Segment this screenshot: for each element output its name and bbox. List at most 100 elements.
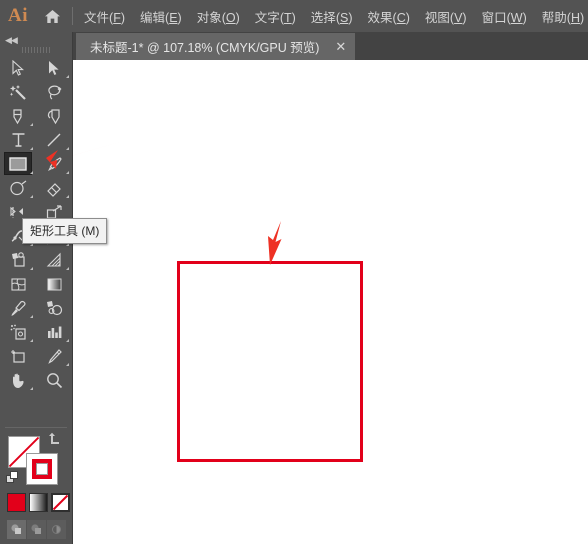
- menu-item-view[interactable]: 视图(V): [422, 4, 470, 29]
- eyedropper-tool[interactable]: [0, 296, 36, 320]
- bar-chart-icon: [43, 322, 65, 342]
- document-tab-bar: 未标题-1* @ 107.18% (CMYK/GPU 预览) ✕: [73, 32, 588, 60]
- tool-row: [0, 272, 72, 296]
- menu-mnemonic: W: [510, 10, 523, 25]
- menu-mnemonic: V: [454, 10, 463, 25]
- menu-mnemonic: T: [283, 10, 292, 25]
- close-icon[interactable]: ✕: [335, 40, 346, 53]
- line-diagonal-icon: [43, 130, 65, 150]
- rectangle-tool[interactable]: [0, 152, 36, 176]
- direct-selection-tool[interactable]: [36, 56, 72, 80]
- menu-item-effect[interactable]: 效果(C): [365, 4, 413, 29]
- slice-knife-icon: [43, 346, 65, 366]
- draw-behind-button[interactable]: [27, 520, 46, 539]
- tool-row: [0, 176, 72, 200]
- tool-tooltip: 矩形工具 (M): [22, 218, 108, 244]
- menu-item-file[interactable]: 文件(F): [81, 4, 128, 29]
- rectangle-icon: [7, 154, 29, 174]
- line-segment-tool[interactable]: [36, 128, 72, 152]
- menu-item-help[interactable]: 帮助(H): [539, 4, 587, 29]
- flyout-triangle-icon[interactable]: [66, 147, 69, 150]
- magic-wand-tool[interactable]: [0, 80, 36, 104]
- menu-item-select[interactable]: 选择(S): [308, 4, 356, 29]
- menu-label: 文件: [84, 10, 110, 25]
- artboard-canvas[interactable]: [73, 60, 588, 544]
- flyout-triangle-icon[interactable]: [66, 339, 69, 342]
- lasso-tool[interactable]: [36, 80, 72, 104]
- tool-row: [0, 368, 72, 392]
- rectangle-shape[interactable]: [177, 261, 363, 462]
- draw-inside-button[interactable]: [47, 520, 66, 539]
- menu-item-edit[interactable]: 编辑(E): [137, 4, 185, 29]
- pen-tool[interactable]: [0, 104, 36, 128]
- default-fill-stroke-icon[interactable]: [6, 471, 19, 484]
- menu-mnemonic: E: [169, 10, 178, 25]
- flyout-triangle-icon[interactable]: [66, 171, 69, 174]
- panel-drag-grip[interactable]: [22, 47, 50, 53]
- flyout-triangle-icon[interactable]: [30, 387, 33, 390]
- artboard-tool[interactable]: [0, 344, 36, 368]
- gradient-icon: [43, 274, 65, 294]
- tooltip-label: 矩形工具: [30, 224, 79, 238]
- shaper-tool[interactable]: [0, 176, 36, 200]
- menu-label: 视图: [424, 10, 450, 25]
- swap-fill-stroke-icon[interactable]: [48, 432, 62, 446]
- flyout-triangle-icon[interactable]: [30, 147, 33, 150]
- eraser-tool[interactable]: [36, 176, 72, 200]
- menu-label: 编辑: [140, 10, 166, 25]
- flyout-triangle-icon[interactable]: [66, 363, 69, 366]
- paintbrush-tool[interactable]: [36, 152, 72, 176]
- blend-icon: [43, 298, 65, 318]
- arrow-cursor-icon: [7, 58, 29, 78]
- type-tool[interactable]: [0, 128, 36, 152]
- blend-tool[interactable]: [36, 296, 72, 320]
- menu-item-type[interactable]: 文字(T): [252, 4, 299, 29]
- tool-row: [0, 104, 72, 128]
- flyout-triangle-icon[interactable]: [30, 171, 33, 174]
- tool-row: [0, 344, 72, 368]
- shape-builder-tool[interactable]: [0, 248, 36, 272]
- arrow-filled-icon: [43, 58, 65, 78]
- slice-tool[interactable]: [36, 344, 72, 368]
- flyout-triangle-icon[interactable]: [66, 75, 69, 78]
- hand-tool[interactable]: [0, 368, 36, 392]
- collapse-panel-icon[interactable]: ◀◀: [5, 35, 18, 46]
- flyout-triangle-icon[interactable]: [66, 267, 69, 270]
- symbol-sprayer-tool[interactable]: [0, 320, 36, 344]
- none-swatch-icon: [52, 494, 69, 511]
- home-button[interactable]: [36, 0, 68, 32]
- color-button[interactable]: [7, 493, 26, 512]
- none-button[interactable]: [51, 493, 70, 512]
- mesh-tool[interactable]: [0, 272, 36, 296]
- menu-label: 窗口: [481, 10, 507, 25]
- zoom-tool[interactable]: [36, 368, 72, 392]
- draw-normal-button[interactable]: [7, 520, 26, 539]
- flyout-triangle-icon[interactable]: [30, 267, 33, 270]
- tool-row: [0, 248, 72, 272]
- flyout-triangle-icon[interactable]: [30, 339, 33, 342]
- gradient-button[interactable]: [29, 493, 48, 512]
- tool-row: [0, 80, 72, 104]
- menu-item-object[interactable]: 对象(O): [194, 4, 243, 29]
- paintbrush-icon: [43, 154, 65, 174]
- stroke-center: [36, 463, 48, 475]
- menu-item-window[interactable]: 窗口(W): [479, 4, 530, 29]
- menu-mnemonic: H: [570, 10, 580, 25]
- flyout-triangle-icon[interactable]: [30, 123, 33, 126]
- tooltip-shortcut: (M): [81, 224, 100, 238]
- perspective-grid-tool[interactable]: [36, 248, 72, 272]
- selection-tool[interactable]: [0, 56, 36, 80]
- curvature-tool[interactable]: [36, 104, 72, 128]
- menu-label: 选择: [310, 10, 336, 25]
- document-tab[interactable]: 未标题-1* @ 107.18% (CMYK/GPU 预览) ✕: [76, 33, 356, 60]
- flyout-triangle-icon[interactable]: [66, 195, 69, 198]
- flyout-triangle-icon[interactable]: [30, 315, 33, 318]
- stroke-swatch[interactable]: [26, 453, 58, 485]
- gradient-tool[interactable]: [36, 272, 72, 296]
- draw-mode-buttons: [7, 520, 66, 539]
- menu-label: 文字: [254, 10, 280, 25]
- column-graph-tool[interactable]: [36, 320, 72, 344]
- flyout-triangle-icon[interactable]: [30, 195, 33, 198]
- perspective-grid-icon: [43, 250, 65, 270]
- eraser-icon: [43, 178, 65, 198]
